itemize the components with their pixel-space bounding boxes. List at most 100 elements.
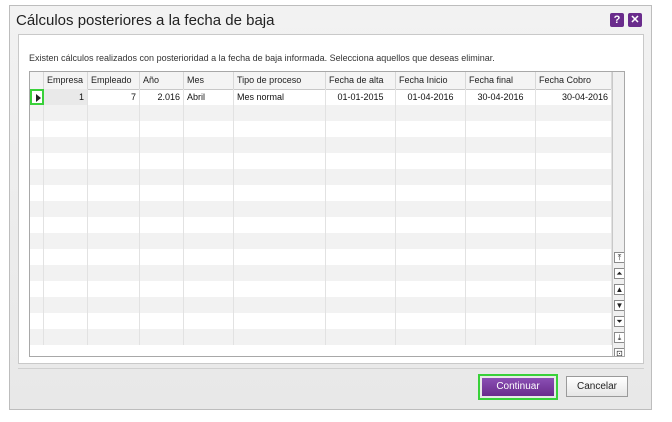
scroll-down-icon[interactable]: ▼ [614,300,624,311]
column-header[interactable]: Mes [184,72,234,89]
table-cell [140,297,184,313]
table-cell [536,297,612,313]
table-cell [326,313,396,329]
row-pointer-icon[interactable] [30,89,44,105]
empty-row [30,201,612,217]
table-cell [184,265,234,281]
table-cell [466,201,536,217]
table-cell [44,313,88,329]
content-panel: Existen cálculos realizados con posterio… [18,34,644,364]
row-selector[interactable] [30,169,44,185]
continuar-button-label: Continuar [482,378,554,396]
empty-row [30,121,612,137]
table-cell [184,185,234,201]
table-cell [326,329,396,345]
table-cell [466,105,536,121]
empty-row [30,233,612,249]
table-cell: 1 [44,89,88,105]
table-cell [536,249,612,265]
grid-scrollbar[interactable]: ⤒ ⏶ ▲ ▼ ⏷ ⤓ ⊡ [612,72,624,356]
row-selector[interactable] [30,249,44,265]
row-selector[interactable] [30,313,44,329]
table-cell [184,297,234,313]
table-cell [326,105,396,121]
column-header[interactable]: Empresa [44,72,88,89]
row-selector[interactable] [30,137,44,153]
help-icon[interactable]: ? [610,13,624,27]
row-selector[interactable] [30,121,44,137]
table-cell [234,281,326,297]
empty-row [30,137,612,153]
table-cell [466,233,536,249]
row-selector[interactable] [30,185,44,201]
table-cell [536,137,612,153]
row-selector[interactable] [30,217,44,233]
table-cell [234,105,326,121]
continuar-button[interactable]: Continuar [478,374,558,400]
table-cell [88,313,140,329]
table-cell [234,121,326,137]
table-cell [140,313,184,329]
row-selector[interactable] [30,297,44,313]
table-cell [88,217,140,233]
table-row[interactable]: 1 7 2.016 Abril Mes normal 01-01-2015 01-04-20… [30,89,612,105]
table-cell [88,281,140,297]
table-cell: 01-01-2015 [326,89,396,105]
table-cell [184,105,234,121]
scroll-up-icon[interactable]: ▲ [614,284,624,295]
table-cell [140,137,184,153]
close-icon[interactable]: ✕ [628,13,642,27]
table-cell [536,217,612,233]
table-cell [88,329,140,345]
table-cell [326,201,396,217]
column-header[interactable]: Fecha Cobro [536,72,612,89]
table-cell [234,233,326,249]
table-cell [184,121,234,137]
table-cell [44,153,88,169]
table-cell [234,249,326,265]
table-cell [140,281,184,297]
table-cell [466,297,536,313]
table-cell [326,265,396,281]
row-selector[interactable] [30,89,44,105]
table-cell [326,185,396,201]
cancelar-button[interactable]: Cancelar [566,376,628,397]
scroll-first-icon[interactable]: ⤒ [614,252,624,263]
table-cell [234,185,326,201]
table-cell [184,153,234,169]
table-cell [140,105,184,121]
row-selector[interactable] [30,233,44,249]
scroll-export-icon[interactable]: ⊡ [614,348,624,356]
table-cell [88,265,140,281]
column-header[interactable]: Tipo de proceso [234,72,326,89]
scroll-page-down-icon[interactable]: ⏷ [614,316,624,327]
table-cell [466,281,536,297]
table-cell [184,313,234,329]
table-cell [466,185,536,201]
row-selector[interactable] [30,201,44,217]
column-header[interactable]: Fecha final [466,72,536,89]
results-grid: Empresa Empleado Año Mes Tipo de proceso Fech… [29,71,625,357]
column-header[interactable]: Año [140,72,184,89]
row-selector[interactable] [30,265,44,281]
column-header[interactable]: Empleado [88,72,140,89]
row-selector[interactable] [30,105,44,121]
row-selector[interactable] [30,329,44,345]
row-selector[interactable] [30,153,44,169]
empty-row [30,329,612,345]
table-cell [44,329,88,345]
table-cell [44,281,88,297]
scroll-page-up-icon[interactable]: ⏶ [614,268,624,279]
table-cell [396,105,466,121]
table-cell: 7 [88,89,140,105]
table-cell [234,329,326,345]
table-cell [44,137,88,153]
empty-row [30,105,612,121]
table-cell [326,153,396,169]
column-header[interactable]: Fecha Inicio [396,72,466,89]
empty-row [30,313,612,329]
table-cell [140,185,184,201]
column-header[interactable]: Fecha de alta [326,72,396,89]
row-selector[interactable] [30,281,44,297]
scroll-last-icon[interactable]: ⤓ [614,332,624,343]
